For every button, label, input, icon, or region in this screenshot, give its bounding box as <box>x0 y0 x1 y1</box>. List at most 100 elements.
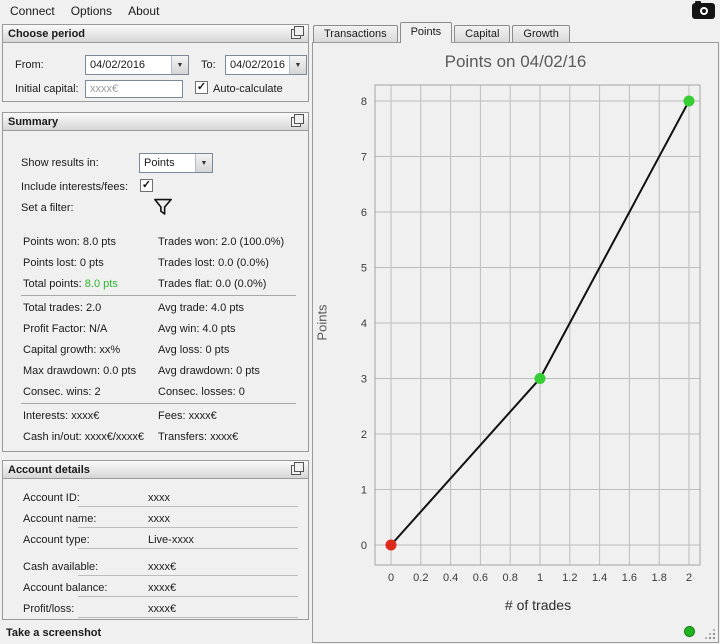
total-points-value: 8.0 pts <box>84 277 118 290</box>
svg-text:5: 5 <box>361 263 367 275</box>
include-interests-checkbox[interactable] <box>140 179 153 192</box>
stat-row: Capital growth: xx% Avg loss: 0 pts <box>3 339 308 360</box>
svg-text:1: 1 <box>537 572 543 584</box>
separator <box>21 295 296 296</box>
to-date-select[interactable]: 04/02/2016 ▼ <box>225 55 307 75</box>
undock-panel-icon[interactable] <box>291 113 304 127</box>
trades-lost: Trades lost: 0.0 (0.0%) <box>158 256 269 269</box>
account-row: Account name: xxxx <box>3 508 308 529</box>
account-balance-label: Account balance: <box>23 581 108 594</box>
points-won: Points won: 8.0 pts <box>23 235 116 248</box>
panel-title: Summary <box>8 115 59 128</box>
account-type-label: Account type: <box>23 533 90 546</box>
menu-bar: Connect Options About <box>0 0 720 21</box>
chart-tab-bar: Transactions Points Capital Growth <box>313 22 572 43</box>
x-axis-label: # of trades <box>504 597 572 613</box>
svg-text:1.6: 1.6 <box>622 572 637 584</box>
svg-text:6: 6 <box>361 207 367 219</box>
stat-row: Cash in/out: xxxx€/xxxx€ Transfers: xxxx… <box>3 426 308 447</box>
account-row: Account balance: xxxx€ <box>3 577 308 598</box>
stat-row: Interests: xxxx€ Fees: xxxx€ <box>3 405 308 426</box>
panel-title: Choose period <box>8 27 86 40</box>
from-label: From: <box>15 59 44 71</box>
to-label: To: <box>201 59 216 71</box>
svg-text:1.4: 1.4 <box>592 572 607 584</box>
set-filter-label: Set a filter: <box>21 202 74 214</box>
interests: Interests: xxxx€ <box>23 409 100 422</box>
rule <box>78 596 298 597</box>
total-trades: Total trades: 2.0 <box>23 301 102 314</box>
chevron-down-icon: ▼ <box>171 56 188 74</box>
from-date-select[interactable]: 04/02/2016 ▼ <box>85 55 189 75</box>
tab-capital[interactable]: Capital <box>454 25 511 42</box>
account-details-header: Account details <box>3 461 308 479</box>
consec-wins: Consec. wins: 2 <box>23 385 101 398</box>
chart-panel: Points on 04/02/16 Points 0 0.2 0.4 0.6 0.8 1… <box>312 42 719 643</box>
account-row: Cash available: xxxx€ <box>3 556 308 577</box>
menu-item-about[interactable]: About <box>120 1 167 21</box>
svg-text:1.8: 1.8 <box>652 572 667 584</box>
camera-icon[interactable] <box>692 1 715 19</box>
auto-calculate-checkbox[interactable] <box>195 81 208 94</box>
avg-loss: Avg loss: 0 pts <box>158 343 230 356</box>
chevron-down-icon: ▼ <box>289 56 306 74</box>
undock-panel-icon[interactable] <box>291 25 304 39</box>
rule <box>78 575 298 576</box>
show-results-value: Points <box>144 157 175 169</box>
account-name-value: xxxx <box>148 512 170 525</box>
undock-panel-icon[interactable] <box>291 461 304 475</box>
tab-growth[interactable]: Growth <box>512 25 570 42</box>
panel-title: Account details <box>8 463 90 476</box>
summary-header: Summary <box>3 113 308 131</box>
profit-loss-label: Profit/loss: <box>23 602 75 615</box>
filter-funnel-icon[interactable] <box>153 197 173 217</box>
rule <box>78 617 298 618</box>
svg-text:8: 8 <box>361 96 367 108</box>
connection-status-indicator <box>684 626 695 637</box>
trades-won: Trades won: 2.0 (100.0%) <box>158 235 285 248</box>
resize-grip-icon[interactable] <box>703 627 715 639</box>
tab-points[interactable]: Points <box>399 22 453 43</box>
account-balance-value: xxxx€ <box>148 581 177 594</box>
include-interests-label: Include interests/fees: <box>21 181 129 193</box>
fees: Fees: xxxx€ <box>158 409 217 422</box>
avg-win: Avg win: 4.0 pts <box>158 322 236 335</box>
svg-text:3: 3 <box>361 374 367 386</box>
choose-period-panel: Choose period From: 04/02/2016 ▼ To: 04/… <box>2 24 309 102</box>
account-rows: Account ID: xxxx Account name: xxxx Acco… <box>3 487 308 619</box>
svg-text:0.8: 0.8 <box>503 572 518 584</box>
stat-row: Points won: 8.0 pts Trades won: 2.0 (100… <box>3 231 308 252</box>
stat-row: Points lost: 0 pts Trades lost: 0.0 (0.0… <box>3 252 308 273</box>
stat-row: Consec. wins: 2 Consec. losses: 0 <box>3 381 308 402</box>
tab-transactions[interactable]: Transactions <box>313 25 398 42</box>
svg-text:2: 2 <box>361 429 367 441</box>
account-row: Profit/loss: xxxx€ <box>3 598 308 619</box>
take-screenshot-button[interactable]: Take a screenshot <box>6 627 101 639</box>
separator <box>21 403 296 404</box>
initial-capital-input[interactable] <box>85 80 183 98</box>
rule <box>78 548 298 549</box>
show-results-select[interactable]: Points ▼ <box>139 153 213 173</box>
svg-text:0.2: 0.2 <box>413 572 428 584</box>
menu-item-connect[interactable]: Connect <box>2 1 63 21</box>
max-drawdown: Max drawdown: 0.0 pts <box>23 364 137 377</box>
points-line-chart: 0 0.2 0.4 0.6 0.8 1 1.2 1.4 1.6 1.8 2 0 1 2 3 4 5 6 7 8 <box>361 84 701 584</box>
account-id-value: xxxx <box>148 491 170 504</box>
svg-text:2: 2 <box>686 572 692 584</box>
cash-in-out: Cash in/out: xxxx€/xxxx€ <box>23 430 145 443</box>
cash-available-value: xxxx€ <box>148 560 177 573</box>
trades-flat: Trades flat: 0.0 (0.0%) <box>158 277 267 290</box>
to-date-value: 04/02/2016 <box>230 59 286 71</box>
account-id-label: Account ID: <box>23 491 80 504</box>
menu-item-options[interactable]: Options <box>63 1 120 21</box>
stat-row: Profit Factor: N/A Avg win: 4.0 pts <box>3 318 308 339</box>
summary-panel: Summary Show results in: Points ▼ Includ… <box>2 112 309 452</box>
from-date-value: 04/02/2016 <box>90 59 146 71</box>
stat-row: Total trades: 2.0 Avg trade: 4.0 pts <box>3 297 308 318</box>
chevron-down-icon: ▼ <box>195 154 212 172</box>
avg-trade: Avg trade: 4.0 pts <box>158 301 245 314</box>
choose-period-header: Choose period <box>3 25 308 43</box>
show-results-label: Show results in: <box>21 157 99 169</box>
points-lost: Points lost: 0 pts <box>23 256 104 269</box>
summary-stats: Points won: 8.0 pts Trades won: 2.0 (100… <box>3 231 308 447</box>
